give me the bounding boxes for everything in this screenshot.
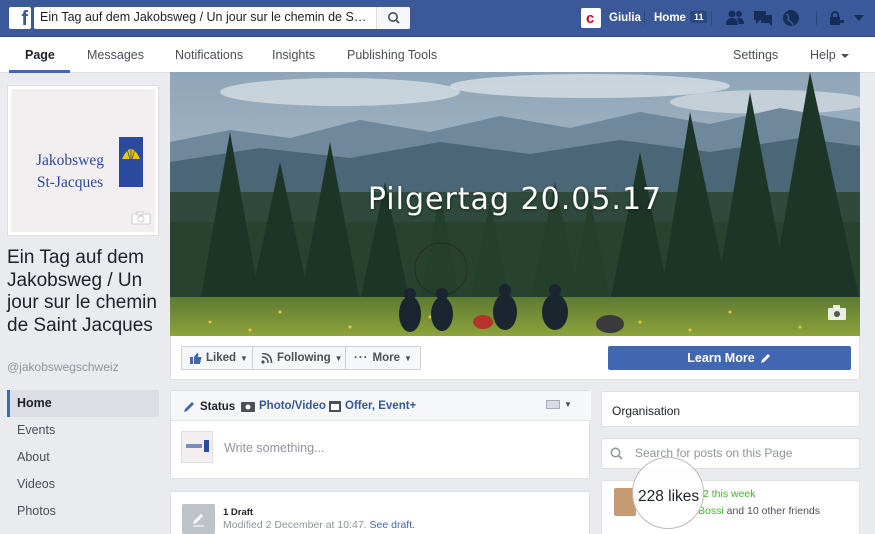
tab-insights[interactable]: Insights	[272, 48, 315, 62]
sidebar-item-videos[interactable]: Videos	[7, 471, 159, 498]
scallop-shell-logo-icon	[119, 137, 143, 187]
friend-name-link[interactable]: Bossi	[698, 505, 724, 517]
draft-title: 1 Draft	[223, 507, 254, 518]
help-menu[interactable]: Help	[810, 48, 850, 62]
messages-icon[interactable]	[752, 8, 774, 28]
liked-button[interactable]: Liked ▼	[181, 346, 257, 370]
chevron-down-icon: ▼	[240, 353, 248, 363]
rss-icon	[261, 352, 273, 364]
profile-link[interactable]: c Giulia	[581, 6, 641, 30]
home-count-badge: 11	[689, 11, 708, 23]
pencil-icon	[193, 514, 204, 527]
home-label: Home	[654, 12, 686, 24]
page-logo-mini	[186, 440, 209, 452]
composer-tabs: Status Photo/Video Offer, Event+ ▼	[171, 391, 591, 421]
pencil-icon	[760, 354, 770, 363]
following-label: Following	[277, 352, 331, 364]
tab-notifications[interactable]: Notifications	[175, 48, 243, 62]
sidebar-item-about[interactable]: About	[7, 444, 159, 471]
more-button[interactable]: ··· More ▼	[345, 346, 421, 370]
more-label: More	[372, 352, 400, 364]
chevron-down-icon: ▼	[334, 353, 343, 363]
page-sidebar: Home Events About Videos Photos	[7, 390, 159, 525]
camera-icon	[241, 402, 255, 412]
draft-modified-text: Modified 2 December at 10:47.	[223, 519, 367, 531]
facebook-logo-icon[interactable]: f	[9, 7, 31, 29]
category-label[interactable]: Organisation	[612, 404, 680, 418]
page-tabs: Page Messages Notifications Insights Pub…	[0, 37, 875, 73]
sidebar-item-events[interactable]: Events	[7, 417, 159, 444]
thumbs-up-icon	[190, 352, 202, 364]
search-input[interactable]: Ein Tag auf dem Jakobsweg / Un jour sur …	[40, 10, 370, 24]
post-as-selector[interactable]: ▼	[546, 400, 572, 409]
help-label: Help	[810, 48, 836, 62]
globe-notifications-icon[interactable]	[780, 8, 802, 28]
profile-picture[interactable]: Jakobsweg St-Jacques	[7, 85, 159, 236]
page-username[interactable]: @jakobswegschweiz	[7, 360, 119, 374]
cover-action-bar: Liked ▼ Following ▼ ··· More ▼ Learn Mor…	[170, 336, 860, 380]
friends-like-text: Bossi and 10 other friends	[698, 505, 820, 517]
active-tab-indicator	[9, 70, 70, 73]
chevron-down-icon: ▼	[564, 400, 572, 409]
likes-this-week: 2 this week	[703, 488, 756, 500]
post-composer: Status Photo/Video Offer, Event+ ▼ Write…	[170, 390, 591, 479]
learn-more-button[interactable]: Learn More	[608, 346, 851, 370]
logo-text: Jakobsweg St-Jacques	[28, 153, 112, 191]
draft-icon	[182, 504, 215, 534]
chevron-down-icon: ▼	[403, 353, 412, 363]
page-avatar-mini-icon	[546, 400, 560, 409]
liked-label: Liked	[206, 352, 237, 364]
learn-more-label: Learn More	[687, 351, 755, 365]
privacy-lock-icon[interactable]	[826, 8, 848, 28]
sidebar-item-photos[interactable]: Photos	[7, 498, 159, 525]
tab-publishing-tools[interactable]: Publishing Tools	[347, 48, 437, 62]
likes-count[interactable]: 228 likes	[638, 488, 699, 506]
avatar: c	[581, 8, 601, 28]
tab-photo-video[interactable]: Photo/Video	[241, 400, 326, 412]
avatar	[181, 431, 213, 463]
write-something-input[interactable]: Write something...	[224, 441, 325, 455]
settings-link[interactable]: Settings	[733, 48, 778, 62]
following-button[interactable]: Following ▼	[252, 346, 352, 370]
home-link[interactable]: Home 11	[654, 11, 708, 24]
tab-page[interactable]: Page	[25, 48, 55, 62]
draft-modified: Modified 2 December at 10:47. See draft.	[223, 519, 415, 531]
logo-line-2: St-Jacques	[36, 174, 104, 191]
page-logo: Jakobsweg St-Jacques	[11, 89, 155, 232]
search-icon	[388, 12, 400, 24]
photo-video-label: Photo/Video	[259, 400, 326, 412]
offer-event-label: Offer, Event+	[345, 400, 417, 412]
page-search-box[interactable]: Search for posts on this Page	[601, 438, 860, 469]
chevron-down-icon	[841, 54, 850, 58]
ellipsis-icon: ···	[354, 352, 369, 364]
sidebar-item-home[interactable]: Home	[7, 390, 159, 417]
divider	[711, 11, 712, 25]
friend-requests-icon[interactable]	[724, 8, 746, 28]
status-label: Status	[200, 400, 236, 413]
pencil-icon	[184, 402, 194, 412]
divider	[816, 11, 817, 25]
see-draft-link[interactable]: See draft.	[370, 519, 416, 531]
search-box[interactable]: Ein Tag auf dem Jakobsweg / Un jour sur …	[34, 7, 410, 29]
cover-title-text: Pilgertag 20.05.17	[367, 182, 663, 217]
search-icon	[610, 447, 623, 460]
logo-line-1: Jakobsweg	[35, 152, 105, 169]
page-title: Ein Tag auf dem Jakobsweg / Un jour sur …	[7, 247, 157, 336]
chevron-down-icon[interactable]	[850, 8, 872, 28]
tab-status[interactable]: Status	[183, 400, 235, 413]
camera-icon[interactable]	[131, 211, 151, 225]
tab-messages[interactable]: Messages	[87, 48, 144, 62]
draft-notice: 1 Draft Modified 2 December at 10:47. Se…	[170, 491, 590, 534]
divider	[644, 11, 645, 25]
friends-rest: and 10 other friends	[723, 505, 821, 517]
cover-photo[interactable]: Pilgertag 20.05.17	[170, 72, 860, 336]
calendar-icon	[329, 401, 341, 412]
organisation-card: Organisation	[601, 391, 860, 427]
tab-offer-event[interactable]: Offer, Event+	[329, 400, 416, 412]
top-bar: f Ein Tag auf dem Jakobsweg / Un jour su…	[0, 0, 875, 37]
search-button[interactable]	[376, 7, 410, 29]
user-name: Giulia	[609, 12, 641, 24]
